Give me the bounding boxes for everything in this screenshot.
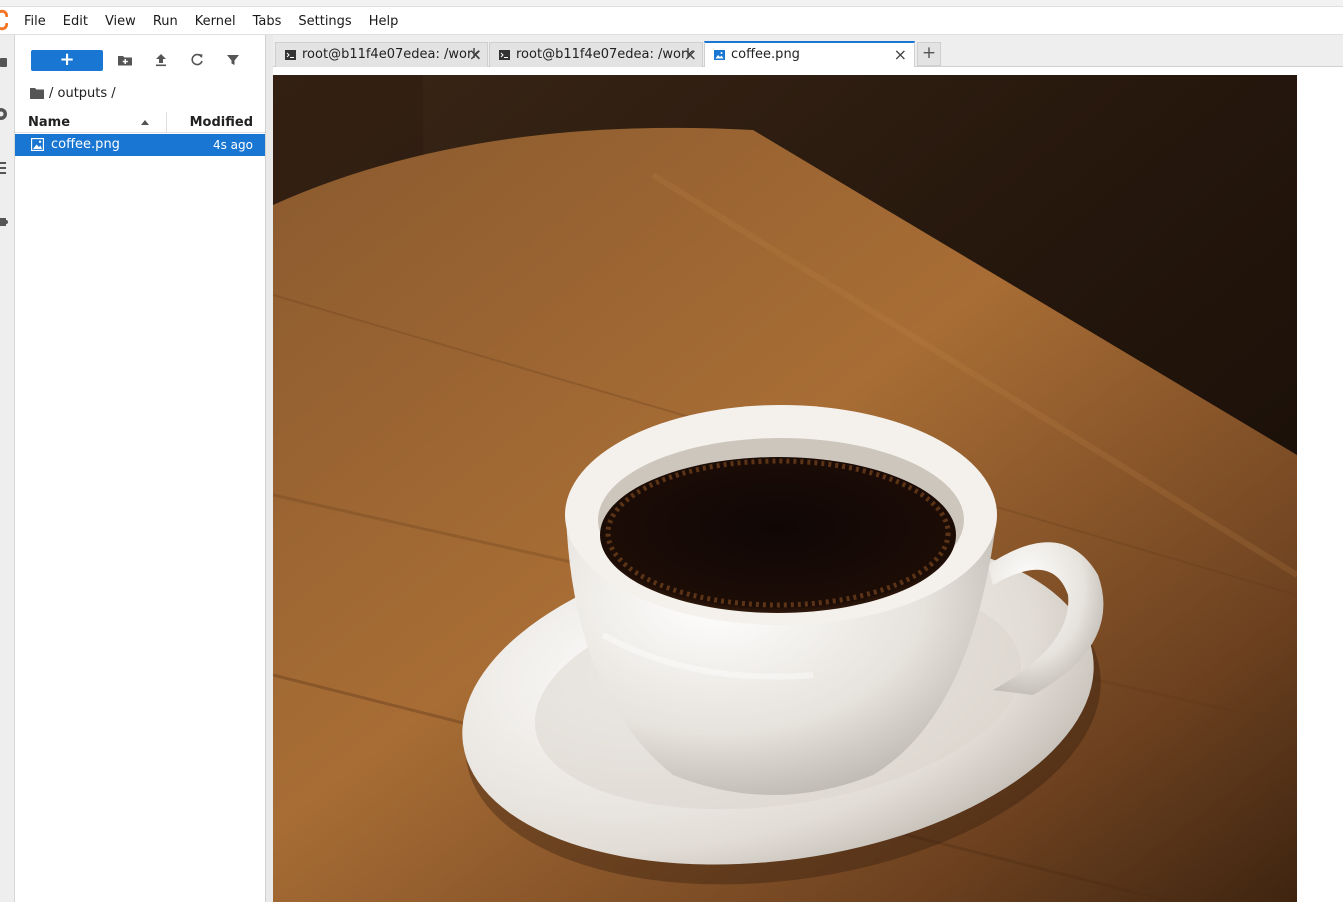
menu-kernel[interactable]: Kernel [195,14,236,29]
file-modified: 4s ago [212,138,253,152]
menu-run[interactable]: Run [153,14,178,29]
menu-bar: File Edit View Run Kernel Tabs Settings … [0,7,1343,35]
tab-terminal-2[interactable]: root@b11f4e07edea: /work × [489,42,703,67]
running-icon[interactable] [0,107,8,121]
close-icon[interactable]: × [894,45,907,64]
sort-ascending-icon [141,120,149,125]
tab-label: coffee.png [731,47,800,62]
close-icon[interactable]: × [469,45,482,64]
file-browser-toolbar: + [15,35,265,83]
file-browser: + / outputs / Name Modified coffee.png 4… [15,35,265,902]
coffee-image [273,75,1297,902]
breadcrumb-path[interactable]: / outputs / [49,86,116,101]
image-viewer [273,67,1343,902]
folder-icon[interactable] [0,55,8,69]
add-tab-button[interactable]: + [917,42,941,66]
menu-file[interactable]: File [24,14,46,29]
image-file-icon [31,138,44,151]
new-launcher-button[interactable]: + [31,50,103,71]
column-divider[interactable] [166,112,167,133]
menu-tabs[interactable]: Tabs [253,14,282,29]
activity-bar [0,35,15,902]
refresh-icon[interactable] [189,52,205,68]
menu-view[interactable]: View [105,14,136,29]
extension-icon[interactable] [0,215,8,229]
file-list-header: Name Modified [15,111,265,133]
menu-settings[interactable]: Settings [298,14,351,29]
panel-splitter[interactable] [265,35,273,902]
jupyter-logo-icon [0,9,8,31]
toc-icon[interactable] [0,161,8,175]
image-icon [714,50,725,60]
terminal-icon [499,50,510,60]
file-name: coffee.png [51,137,120,152]
tab-terminal-1[interactable]: root@b11f4e07edea: /work × [275,42,488,67]
coffee-cup-picture [273,75,1297,902]
window-top-strip [0,0,1343,7]
new-folder-icon[interactable] [117,52,133,68]
terminal-icon [285,50,296,60]
tab-coffee-png[interactable]: coffee.png × [704,41,915,67]
home-folder-icon[interactable] [30,87,44,99]
upload-icon[interactable] [153,52,169,68]
tab-label: root@b11f4e07edea: /work [516,47,694,62]
close-icon[interactable]: × [684,45,697,64]
filter-icon[interactable] [225,52,241,68]
menu-edit[interactable]: Edit [63,14,88,29]
tab-label: root@b11f4e07edea: /work [302,47,480,62]
breadcrumb: / outputs / [30,83,116,103]
column-modified[interactable]: Modified [190,115,253,130]
file-list-item[interactable]: coffee.png 4s ago [15,134,265,156]
menu-help[interactable]: Help [369,14,399,29]
column-name[interactable]: Name [28,115,70,130]
tab-bar: root@b11f4e07edea: /work × root@b11f4e07… [273,35,1343,67]
